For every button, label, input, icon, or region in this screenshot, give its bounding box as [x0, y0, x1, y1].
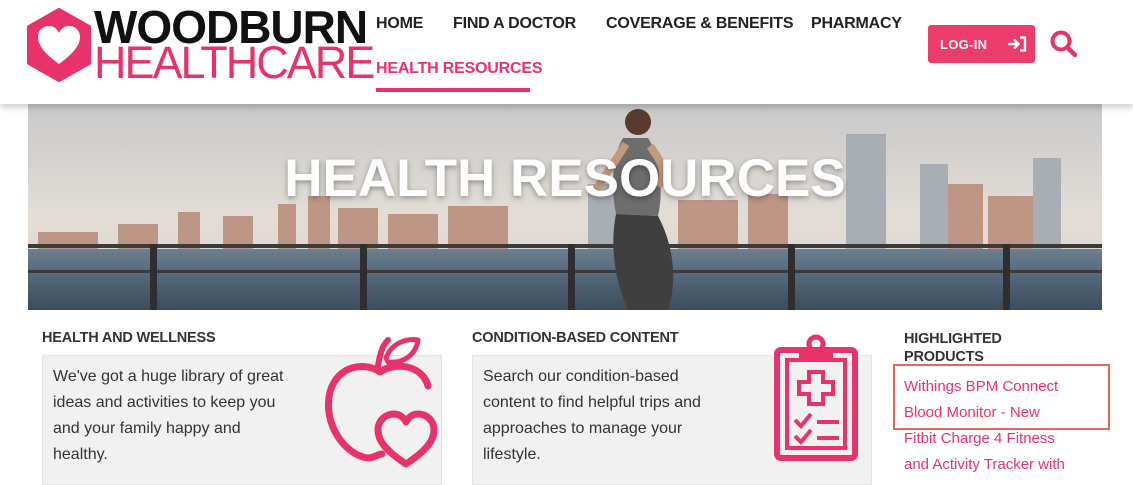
condition-line: lifestyle. — [483, 446, 541, 463]
wellness-line: and your family happy and — [53, 420, 241, 437]
active-nav-indicator — [376, 88, 530, 92]
section-heading-condition: CONDITION-BASED CONTENT — [472, 330, 679, 346]
login-arrow-icon — [1008, 36, 1027, 52]
section-heading-wellness: HEALTH AND WELLNESS — [42, 330, 216, 346]
section-heading-products: HIGHLIGHTED PRODUCTS — [904, 330, 1002, 366]
products-heading-line: HIGHLIGHTED — [904, 331, 1002, 347]
wellness-card[interactable]: We've got a huge library of great ideas … — [42, 337, 442, 485]
condition-card[interactable]: Search our condition-based content to fi… — [472, 334, 872, 485]
nav-item-coverage-benefits[interactable]: COVERAGE & BENEFITS — [606, 15, 794, 33]
search-icon[interactable] — [1048, 28, 1080, 60]
wellness-line: healthy. — [53, 446, 108, 463]
hero-banner: HEALTH RESOURCES — [28, 104, 1102, 310]
wellness-line: ideas and activities to keep you — [53, 394, 276, 411]
product-link-fitbit[interactable]: Fitbit Charge 4 Fitness and Activity Tra… — [904, 426, 1065, 478]
brand-name-line2: HEALTHCARE — [94, 37, 375, 88]
login-button[interactable]: LOG-IN — [928, 25, 1035, 63]
condition-line: Search our condition-based — [483, 368, 679, 385]
condition-card-text: Search our condition-based content to fi… — [483, 364, 701, 468]
login-label: LOG-IN — [940, 36, 988, 52]
clipboard-checklist-icon — [774, 334, 858, 461]
nav-item-health-resources[interactable]: HEALTH RESOURCES — [376, 60, 542, 78]
wellness-line: We've got a huge library of great — [53, 368, 284, 385]
nav-item-home[interactable]: HOME — [376, 15, 423, 33]
hero-title: HEALTH RESOURCES — [284, 149, 846, 208]
apple-heart-icon — [325, 337, 438, 468]
product-link-line: and Activity Tracker with — [904, 456, 1065, 473]
condition-line: content to find helpful trips and — [483, 394, 701, 411]
nav-item-pharmacy[interactable]: PHARMACY — [811, 15, 902, 33]
brand-logo[interactable]: WOODBURN HEALTHCARE — [26, 4, 375, 86]
product-link-line: Withings BPM Connect — [904, 378, 1059, 395]
product-link-line: Fitbit Charge 4 Fitness — [904, 430, 1055, 447]
wellness-card-text: We've got a huge library of great ideas … — [53, 364, 283, 468]
condition-line: approaches to manage your — [483, 420, 683, 437]
product-link-line: Blood Monitor - New — [904, 404, 1040, 421]
product-link-withings[interactable]: Withings BPM Connect Blood Monitor - New — [904, 374, 1058, 426]
nav-item-find-a-doctor[interactable]: FIND A DOCTOR — [453, 15, 576, 33]
heart-hexagon-logo-icon — [27, 8, 91, 82]
site-header: WOODBURN HEALTHCARE HOME FIND A DOCTOR C… — [0, 0, 1133, 104]
